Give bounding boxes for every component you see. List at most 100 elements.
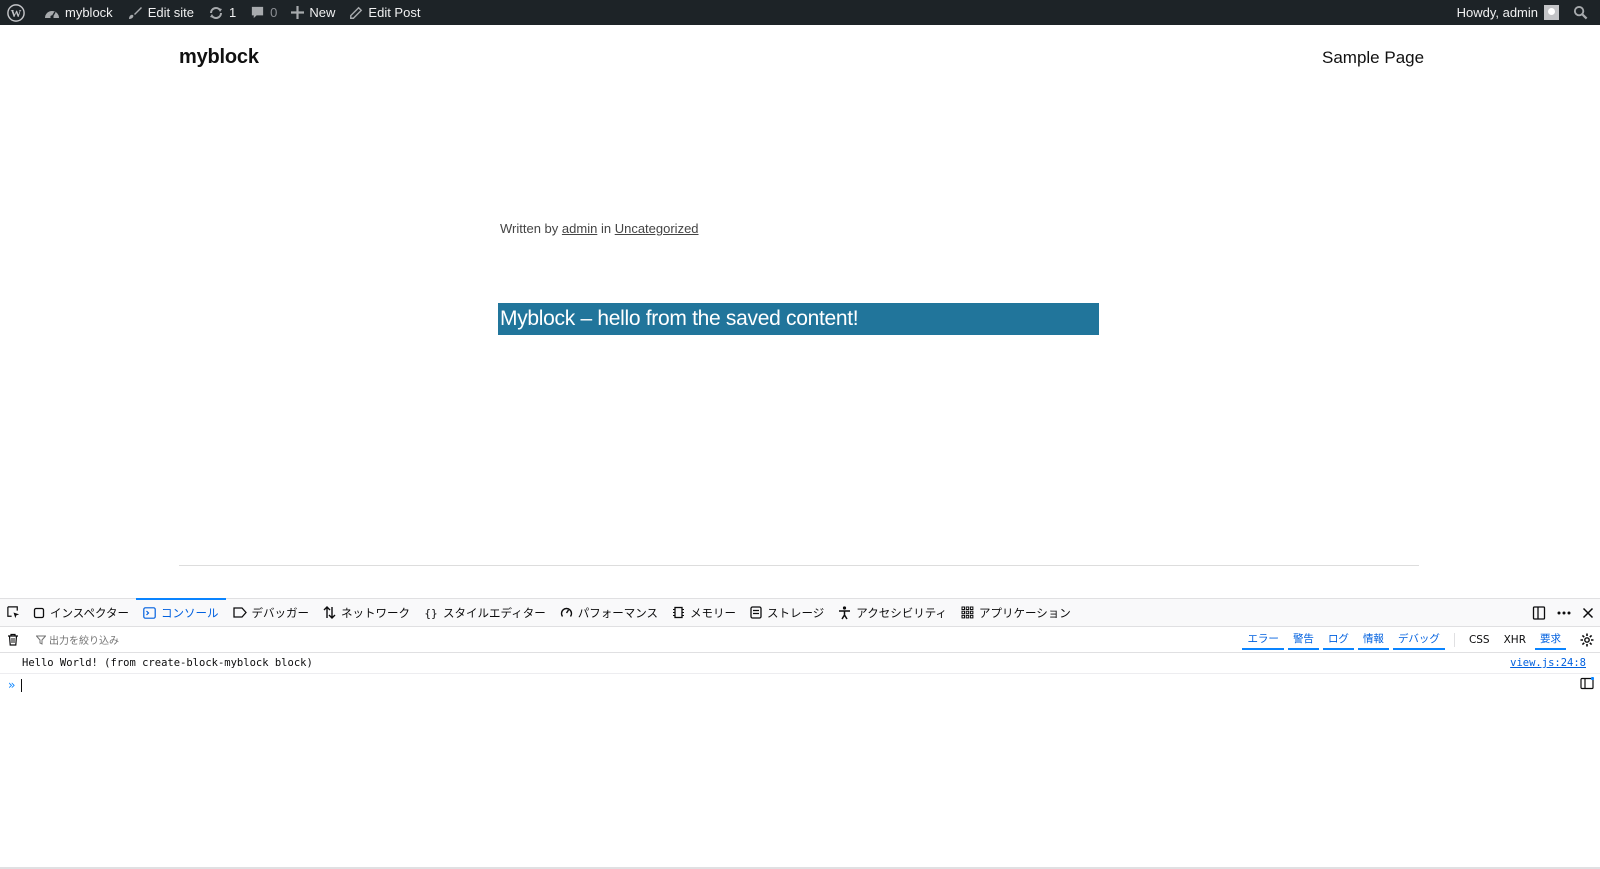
filter-info[interactable]: 情報 <box>1357 629 1389 650</box>
style-editor-icon: {} <box>424 607 437 619</box>
console-prompt-symbol: » <box>8 678 16 692</box>
console-input[interactable]: » <box>0 674 1600 696</box>
comment-icon <box>252 6 264 19</box>
tab-memory[interactable]: メモリー <box>665 599 743 627</box>
tab-accessibility[interactable]: アクセシビリティ <box>831 599 954 627</box>
element-picker-icon <box>6 606 19 619</box>
myblock-block: Myblock – hello from the saved content! <box>498 303 1099 335</box>
filter-separator <box>1453 632 1455 647</box>
new-content-menu[interactable]: New <box>284 0 342 25</box>
admin-bar: W myblock Edit site 1 0 New Edit Post Ho… <box>0 0 1600 25</box>
trash-icon <box>8 633 18 646</box>
gear-icon <box>1580 633 1594 646</box>
footer-divider <box>179 565 1419 566</box>
admin-search-button[interactable] <box>1566 0 1600 25</box>
performance-icon <box>560 607 572 617</box>
howdy-label: Howdy, admin <box>1456 5 1538 20</box>
console-message: Hello World! (from create-block-myblock … <box>0 653 1600 674</box>
tab-application-label: アプリケーション <box>979 605 1071 620</box>
tab-performance-label: パフォーマンス <box>577 605 658 620</box>
site-name-menu[interactable]: myblock <box>37 0 120 25</box>
tab-inspector-label: インスペクター <box>50 605 130 620</box>
more-options-icon[interactable] <box>1556 606 1572 620</box>
tab-network-label: ネットワーク <box>341 605 411 620</box>
tab-inspector[interactable]: インスペクター <box>26 599 136 627</box>
svg-text:{}: {} <box>424 607 437 619</box>
close-icon[interactable] <box>1582 607 1594 619</box>
tab-network[interactable]: ネットワーク <box>316 599 417 627</box>
console-message-text: Hello World! (from create-block-myblock … <box>22 657 313 669</box>
brush-icon <box>128 6 142 19</box>
new-label: New <box>309 5 336 20</box>
tab-console[interactable]: コンソール <box>136 597 226 627</box>
pencil-icon <box>350 6 363 19</box>
accessibility-icon <box>839 605 851 619</box>
site-name-label: myblock <box>65 5 113 20</box>
devtools-toolbar: インスペクター コンソール デバッガー ネットワーク {} スタイルエディター … <box>0 597 1600 627</box>
updates-link[interactable]: 1 <box>201 0 243 25</box>
edit-site-link[interactable]: Edit site <box>120 0 201 25</box>
comments-link[interactable]: 0 <box>243 0 284 25</box>
filter-requests[interactable]: 要求 <box>1535 629 1566 650</box>
console-icon <box>143 606 156 619</box>
console-settings-button[interactable] <box>1574 633 1600 647</box>
inspector-icon <box>33 607 45 618</box>
network-icon <box>323 606 336 619</box>
console-filter-bar: 出力を絞り込み エラー 警告 ログ 情報 デバッグ CSS XHR 要求 <box>0 627 1600 653</box>
console-caret <box>21 678 23 692</box>
nav-item-sample-page[interactable]: Sample Page <box>1322 48 1424 68</box>
tab-performance[interactable]: パフォーマンス <box>553 599 665 627</box>
tab-memory-label: メモリー <box>690 605 736 620</box>
post-meta: Written by admin in Uncategorized <box>500 221 699 236</box>
in-label: in <box>600 221 612 236</box>
tab-console-label: コンソール <box>161 605 219 620</box>
devtools-panel: インスペクター コンソール デバッガー ネットワーク {} スタイルエディター … <box>0 597 1600 869</box>
devtools-toolbar-right <box>1532 605 1600 620</box>
svg-text:W: W <box>11 8 22 20</box>
filter-css[interactable]: CSS <box>1464 632 1495 648</box>
element-picker-button[interactable] <box>0 599 26 627</box>
filter-xhr[interactable]: XHR <box>1499 632 1531 648</box>
clear-console-button[interactable] <box>0 633 26 646</box>
avatar <box>1544 5 1559 20</box>
updates-icon <box>209 6 222 19</box>
filter-errors[interactable]: エラー <box>1242 629 1284 650</box>
my-account-menu[interactable]: Howdy, admin <box>1450 0 1566 25</box>
tab-storage[interactable]: ストレージ <box>743 599 831 627</box>
filter-placeholder: 出力を絞り込み <box>49 636 119 647</box>
site-title[interactable]: myblock <box>179 46 259 69</box>
edit-post-label: Edit Post <box>368 5 421 20</box>
storage-icon <box>750 606 762 619</box>
split-editor-icon[interactable] <box>1580 677 1594 690</box>
search-icon <box>1573 5 1588 20</box>
edit-post-link[interactable]: Edit Post <box>342 0 427 25</box>
comments-count: 0 <box>270 5 278 20</box>
console-filter-input[interactable]: 出力を絞り込み <box>36 632 119 647</box>
responsive-design-icon[interactable] <box>1532 605 1546 620</box>
filter-icon <box>36 635 46 645</box>
tab-accessibility-label: アクセシビリティ <box>856 605 948 620</box>
filter-debug[interactable]: デバッグ <box>1392 629 1445 650</box>
tab-style-editor-label: スタイルエディター <box>443 605 546 620</box>
tab-debugger[interactable]: デバッガー <box>226 599 317 627</box>
plus-icon <box>291 6 305 19</box>
debugger-icon <box>232 607 247 618</box>
filter-logs[interactable]: ログ <box>1322 629 1354 650</box>
tab-debugger-label: デバッガー <box>251 605 310 620</box>
tab-application[interactable]: アプリケーション <box>954 599 1078 627</box>
author-link[interactable]: admin <box>562 221 597 236</box>
tab-style-editor[interactable]: {} スタイルエディター <box>417 599 553 627</box>
log-level-filters: エラー 警告 ログ 情報 デバッグ CSS XHR 要求 <box>1242 629 1600 650</box>
category-link[interactable]: Uncategorized <box>615 221 699 236</box>
edit-site-label: Edit site <box>147 5 194 20</box>
dashboard-icon <box>45 10 59 19</box>
wordpress-logo-button[interactable]: W <box>0 0 37 25</box>
updates-count: 1 <box>228 5 237 20</box>
written-by-label: Written by <box>500 221 559 236</box>
application-icon <box>961 606 974 619</box>
filter-warnings[interactable]: 警告 <box>1287 629 1319 650</box>
console-message-source-link[interactable]: view.js:24:8 <box>1510 657 1586 669</box>
tab-storage-label: ストレージ <box>767 605 825 620</box>
wordpress-logo-icon: W <box>7 3 25 22</box>
memory-icon <box>673 606 684 619</box>
